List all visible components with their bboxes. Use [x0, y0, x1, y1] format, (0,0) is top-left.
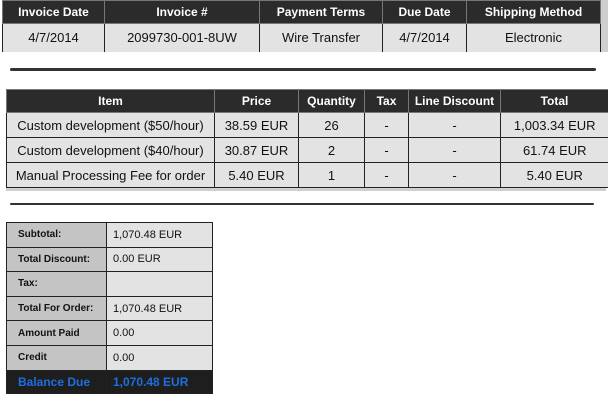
section-divider [10, 203, 594, 205]
item-total: 1,003.34 EUR [500, 112, 608, 138]
item-name: Custom development ($50/hour) [6, 112, 215, 138]
totals-row: Amount Paid 0.00 [6, 320, 213, 346]
table-row: Manual Processing Fee for order 5.40 EUR… [6, 162, 608, 188]
item-quantity: 2 [298, 137, 365, 163]
invoice-header-table: Invoice Date Invoice # Payment Terms Due… [2, 0, 601, 52]
item-total: 61.74 EUR [500, 137, 608, 163]
item-line-discount: - [408, 112, 501, 138]
total-for-order-value: 1,070.48 EUR [106, 295, 213, 322]
item-price: 30.87 EUR [214, 137, 299, 163]
amount-paid-label: Amount Paid [6, 320, 107, 346]
credit-label: Credit [6, 344, 107, 371]
totals-row: Credit 0.00 [6, 344, 213, 371]
subtotal-value: 1,070.48 EUR [106, 222, 213, 248]
item-price: 38.59 EUR [214, 112, 299, 138]
invoice-date-value: 4/7/2014 [2, 23, 105, 52]
line-discount-header: Line Discount [408, 89, 501, 113]
payment-terms-header: Payment Terms [259, 0, 383, 24]
item-price: 5.40 EUR [214, 162, 299, 188]
table-row: Custom development ($40/hour) 30.87 EUR … [6, 137, 608, 163]
item-quantity: 1 [298, 162, 365, 188]
item-tax: - [364, 162, 409, 188]
item-name: Manual Processing Fee for order [6, 162, 215, 188]
shipping-method-header: Shipping Method [466, 0, 601, 24]
item-tax: - [364, 112, 409, 138]
due-date-header: Due Date [382, 0, 467, 24]
section-divider [10, 68, 596, 71]
items-header-row: Item Price Quantity Tax Line Discount To… [6, 89, 608, 113]
line-items-table: Item Price Quantity Tax Line Discount To… [6, 89, 608, 188]
invoice-values-row: 4/7/2014 2099730-001-8UW Wire Transfer 4… [2, 23, 601, 52]
payment-terms-value: Wire Transfer [259, 23, 383, 52]
item-name: Custom development ($40/hour) [6, 137, 215, 163]
balance-due-row: Balance Due 1,070.48 EUR [6, 369, 213, 394]
totals-row: Total Discount: 0.00 EUR [6, 246, 213, 273]
invoice-number-value: 2099730-001-8UW [104, 23, 260, 52]
table-row: Custom development ($50/hour) 38.59 EUR … [6, 112, 608, 138]
header-shadow [600, 0, 608, 52]
totals-table: Subtotal: 1,070.48 EUR Total Discount: 0… [6, 222, 213, 394]
total-discount-value: 0.00 EUR [106, 246, 213, 273]
price-header: Price [214, 89, 299, 113]
item-header: Item [6, 89, 215, 113]
invoice-date-header: Invoice Date [2, 0, 105, 24]
subtotal-label: Subtotal: [6, 222, 107, 248]
balance-due-label: Balance Due [6, 369, 107, 394]
totals-row: Tax: [6, 271, 213, 297]
item-total: 5.40 EUR [500, 162, 608, 188]
item-line-discount: - [408, 162, 501, 188]
tax-value [106, 271, 213, 297]
shipping-method-value: Electronic [466, 23, 601, 52]
invoice-number-header: Invoice # [104, 0, 260, 24]
tax-label: Tax: [6, 271, 107, 297]
total-discount-label: Total Discount: [6, 246, 107, 273]
quantity-header: Quantity [298, 89, 365, 113]
item-tax: - [364, 137, 409, 163]
tax-header: Tax [364, 89, 409, 113]
credit-value: 0.00 [106, 344, 213, 371]
due-date-value: 4/7/2014 [382, 23, 467, 52]
item-quantity: 26 [298, 112, 365, 138]
amount-paid-value: 0.00 [106, 320, 213, 346]
total-for-order-label: Total For Order: [6, 295, 107, 322]
totals-row: Subtotal: 1,070.48 EUR [6, 222, 213, 248]
invoice-header-row: Invoice Date Invoice # Payment Terms Due… [2, 0, 601, 24]
total-header: Total [500, 89, 608, 113]
item-line-discount: - [408, 137, 501, 163]
totals-row: Total For Order: 1,070.48 EUR [6, 295, 213, 322]
balance-due-value: 1,070.48 EUR [106, 369, 213, 394]
